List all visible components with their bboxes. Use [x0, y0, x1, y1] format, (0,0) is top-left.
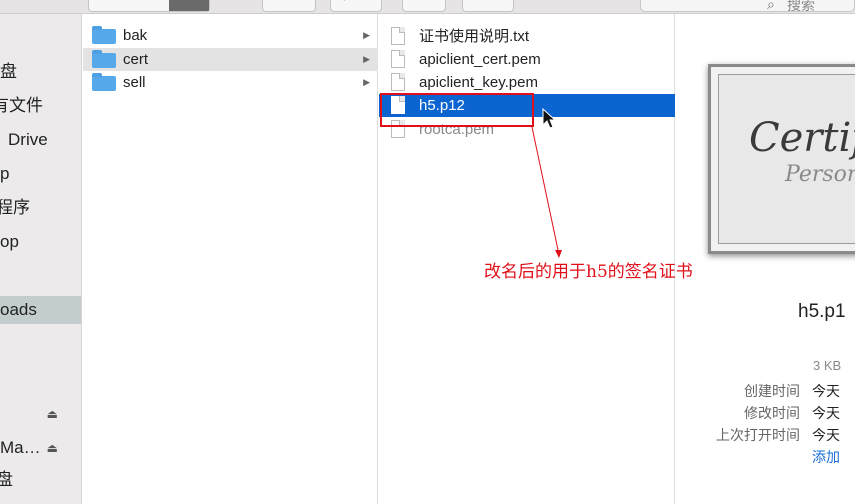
- column-view-button[interactable]: [169, 0, 209, 11]
- sidebar-item-desktop[interactable]: op: [0, 228, 81, 256]
- last-opened-value: 今天: [812, 427, 840, 443]
- folder-name: cert: [123, 51, 149, 68]
- folder-icon: [92, 26, 116, 44]
- certificate-thumbnail: Certif Persona: [708, 64, 855, 254]
- sidebar-item-app[interactable]: p: [0, 160, 81, 188]
- arrange-button[interactable]: ⠿: [262, 0, 316, 12]
- modified-label: 修改时间: [744, 405, 800, 421]
- sidebar-item-programs[interactable]: 程序: [0, 194, 81, 222]
- sidebar-item-label: 盘: [0, 62, 17, 81]
- sidebar-item-disk[interactable]: 盘: [0, 58, 81, 86]
- file-name: 证书使用说明.txt: [419, 28, 530, 45]
- folder-name: bak: [123, 27, 148, 44]
- sidebar-item-label: p: [0, 164, 10, 183]
- eject-icon[interactable]: ⏏: [47, 400, 58, 428]
- share-button[interactable]: [402, 0, 446, 12]
- arrange-icon: ⠿: [271, 0, 280, 2]
- sidebar-item-label: oads: [0, 300, 37, 319]
- file-row[interactable]: apiclient_key.pem: [379, 71, 675, 94]
- created-label: 创建时间: [744, 383, 800, 399]
- action-button[interactable]: ⚙: [330, 0, 382, 12]
- annotation-text: 改名后的用于h5的签名证书: [484, 262, 693, 282]
- certificate-inner-frame: Certif Persona: [718, 74, 855, 244]
- created-value: 今天: [812, 383, 840, 399]
- sidebar-item-label: 有文件: [0, 96, 43, 115]
- chevron-right-icon: ▶: [363, 54, 370, 64]
- sidebar-item-all-files[interactable]: 有文件: [0, 92, 81, 120]
- document-icon: [391, 27, 405, 45]
- sidebar: 盘 有文件 Drive p 程序 op oads ⏏ Ma… ⏏ 盘: [0, 14, 82, 504]
- folder-icon: [92, 50, 116, 68]
- mouse-pointer-icon: [542, 108, 556, 129]
- file-row[interactable]: apiclient_cert.pem: [379, 48, 675, 71]
- file-name: apiclient_key.pem: [419, 74, 538, 91]
- document-icon: [391, 73, 405, 91]
- sidebar-item-label: 盘: [0, 466, 13, 494]
- folder-row-sell[interactable]: sell ▶: [83, 71, 378, 94]
- sidebar-item-drive[interactable]: Drive: [0, 126, 81, 154]
- toolbar: ⠿ ☰ ⠿ ⚙ ⌕ 搜索: [0, 0, 855, 14]
- annotation-highlight-box: [380, 93, 534, 127]
- sidebar-item-label: Drive: [8, 130, 48, 149]
- sidebar-item-device-mac[interactable]: Ma… ⏏: [0, 434, 81, 462]
- file-row[interactable]: 证书使用说明.txt: [379, 25, 675, 48]
- sidebar-item-disk-2[interactable]: 盘: [0, 466, 81, 494]
- folder-icon: [92, 73, 116, 91]
- preview-file-name: h5.p1: [798, 301, 846, 322]
- certificate-subheading: Persona: [785, 162, 855, 187]
- folder-column: bak ▶ cert ▶ sell ▶: [83, 14, 378, 504]
- chevron-right-icon: ▶: [363, 77, 370, 87]
- preview-file-size: 3 KB: [813, 358, 842, 373]
- sidebar-item-downloads[interactable]: oads: [0, 296, 81, 324]
- tags-button[interactable]: [462, 0, 514, 12]
- last-opened-label: 上次打开时间: [716, 427, 800, 443]
- document-icon: [391, 50, 405, 68]
- search-placeholder: 搜索: [787, 0, 815, 13]
- file-name: apiclient_cert.pem: [419, 51, 541, 68]
- eject-icon[interactable]: ⏏: [47, 434, 58, 462]
- add-tags-link[interactable]: 添加: [812, 447, 840, 467]
- search-icon: ⌕: [767, 0, 775, 12]
- folder-row-bak[interactable]: bak ▶: [83, 24, 378, 47]
- sidebar-item-label: 程序: [0, 198, 30, 217]
- sidebar-item-device-1[interactable]: ⏏: [0, 400, 81, 428]
- gear-icon: ⚙: [339, 0, 350, 2]
- folder-row-cert[interactable]: cert ▶: [83, 48, 378, 71]
- certificate-heading: Certif: [749, 115, 855, 161]
- view-mode-segmented-control[interactable]: ⠿ ☰: [88, 0, 210, 12]
- preview-pane: Certif Persona h5.p1 3 KB 创建时间 今天 修改时间 今…: [676, 14, 855, 504]
- folder-name: sell: [123, 74, 146, 91]
- sidebar-item-label: Ma…: [0, 438, 41, 457]
- chevron-right-icon: ▶: [363, 30, 370, 40]
- icon-view-icon[interactable]: ⠿: [101, 0, 110, 2]
- list-view-icon[interactable]: ☰: [137, 0, 148, 2]
- modified-value: 今天: [812, 405, 840, 421]
- sidebar-item-label: op: [0, 232, 19, 251]
- search-field[interactable]: ⌕ 搜索: [640, 0, 855, 12]
